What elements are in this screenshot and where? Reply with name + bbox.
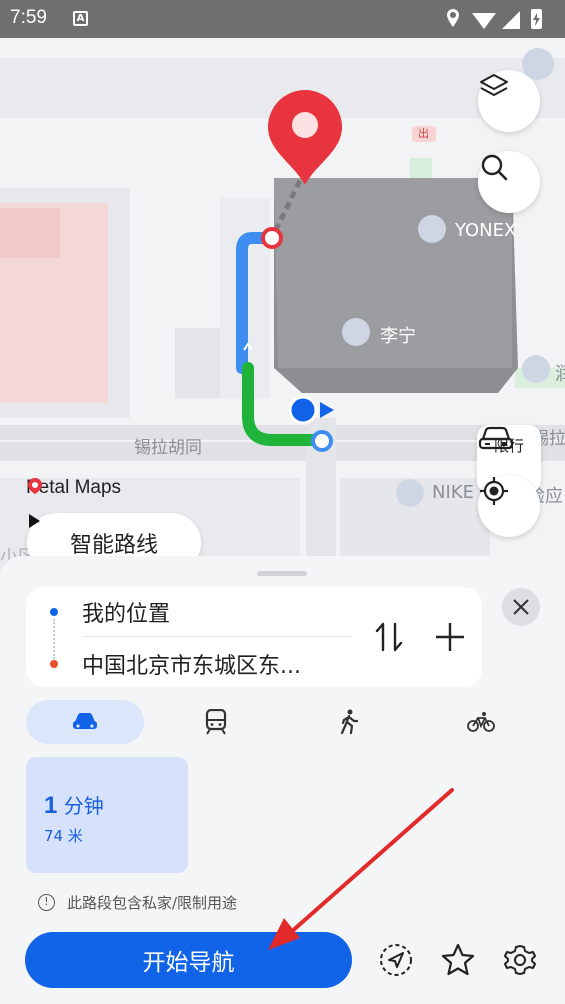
route-distance: 74 米 [44,827,83,845]
settings-button[interactable] [501,941,539,979]
route-option-card[interactable]: 1 分钟 74 米 [26,757,188,873]
duration-value: 1 [44,792,58,819]
signal-icon [502,11,520,29]
route-card: 我的位置 中国北京市东城区东... [26,587,482,687]
walk-icon [340,709,359,735]
map-label-exit: 出 [418,127,429,140]
my-location-button[interactable] [478,475,540,537]
status-time: 7:59 [10,7,47,28]
location-icon [447,9,459,27]
star-icon [441,943,475,976]
car-icon [73,713,97,729]
travel-mode-tabs [26,700,540,744]
swap-button[interactable] [374,620,404,658]
add-waypoint-button[interactable] [433,620,467,658]
compass-navigation-icon [380,944,412,976]
simulate-navigation-button[interactable] [377,941,415,979]
tab-drive[interactable] [26,700,144,744]
petal-logo-icon [28,478,42,494]
petal-maps-logo: Petal Maps [26,477,121,499]
duration-unit: 分钟 [63,794,104,818]
swap-icon [375,622,403,652]
plus-icon [436,623,464,651]
gear-icon [504,945,536,975]
map-label-edge: 润 [555,364,565,385]
route-duration: 1 分钟 [44,790,104,820]
origin-dot [50,608,58,616]
close-icon [513,599,529,615]
info-icon: ! [38,894,55,911]
drag-handle[interactable] [257,571,307,576]
play-icon [29,514,40,528]
route-connector [53,619,55,659]
start-navigation-label: 开始导航 [142,950,235,976]
battery-icon [531,9,542,29]
warning-text: 此路段包含私家/限制用途 [67,894,238,912]
status-icons [447,7,557,35]
route-panel: 我的位置 中国北京市东城区东... 1 分钟 74 米 ! 此路段包含私家/限制… [0,556,565,1004]
map-label-lining: 李宁 [380,326,416,347]
tab-transit[interactable] [157,700,275,744]
destination-field[interactable]: 中国北京市东城区东... [82,648,301,680]
status-bar: 7:59 A [0,0,565,38]
map-label-nike: NIKE [432,482,474,503]
map-label-street: 锡拉胡同 [134,438,202,458]
favorite-button[interactable] [439,941,477,979]
layers-button[interactable] [478,70,540,132]
locate-icon [480,477,508,505]
bike-icon [467,712,495,732]
layers-icon [480,74,508,96]
map-view[interactable]: YONEX 李宁 NIKE 锡拉胡同 锡拉 验应 小区 出 润 Petal Ma… [0,38,565,578]
car-icon [478,426,514,450]
search-button[interactable] [478,151,540,213]
destination-dot [50,660,58,668]
wifi-icon [472,13,496,29]
smart-route-label: 智能路线 [69,533,158,558]
map-label-yonex: YONEX [455,220,517,241]
train-icon [205,709,227,735]
close-button[interactable] [502,588,540,626]
divider [82,636,352,637]
origin-field[interactable]: 我的位置 [82,596,170,628]
start-navigation-button[interactable]: 开始导航 [25,932,352,988]
tab-walk[interactable] [290,700,408,744]
search-icon [481,154,508,181]
tab-bike[interactable] [422,700,540,744]
notification-icon: A [73,11,88,26]
route-warning: ! 此路段包含私家/限制用途 [38,892,237,913]
